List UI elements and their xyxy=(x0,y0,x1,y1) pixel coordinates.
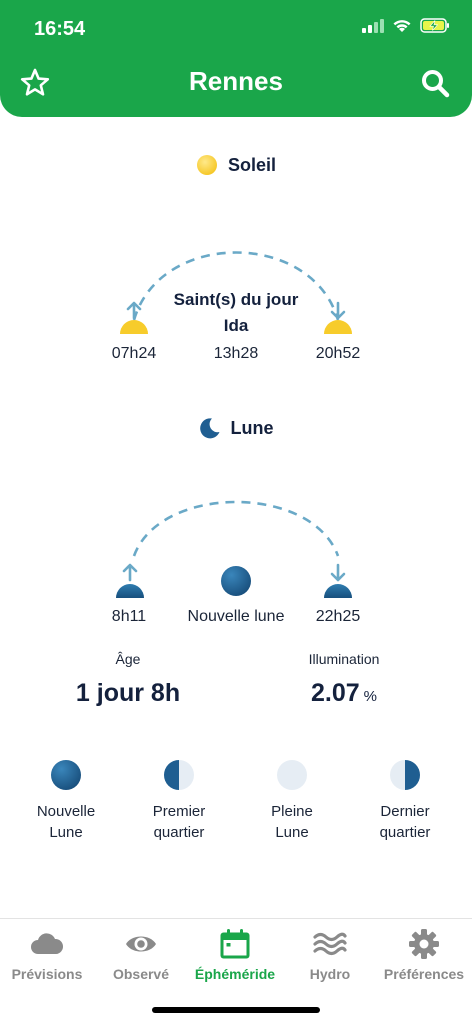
home-indicator xyxy=(152,1007,320,1013)
signal-icon xyxy=(362,18,384,33)
moonset-icon xyxy=(322,562,354,605)
sunrise-time: 07h24 xyxy=(111,345,157,362)
tab-ephemeride-label: Éphéméride xyxy=(194,966,276,982)
illumination-display: 2.07% xyxy=(244,679,444,708)
tab-preferences[interactable]: Préférences xyxy=(377,927,471,982)
status-time: 16:54 xyxy=(34,18,86,40)
sun-section-title: Soleil xyxy=(0,154,472,176)
last-quarter-icon xyxy=(389,759,421,791)
battery-charging-icon xyxy=(420,18,449,33)
crescent-moon-icon xyxy=(199,418,219,439)
page-title: Rennes xyxy=(189,66,283,96)
tab-previsions[interactable]: Prévisions xyxy=(0,927,94,982)
new-moon-phase-icon xyxy=(50,759,82,791)
moonrise-time: 8h11 xyxy=(111,608,147,625)
sunset-time: 20h52 xyxy=(315,345,361,362)
solar-noon-time: 13h28 xyxy=(213,345,259,362)
sun-path-arc xyxy=(132,251,340,321)
phase-full-moon: Pleine Lune xyxy=(237,801,347,843)
moonset-time: 22h25 xyxy=(315,608,361,625)
phase-full-moon-line1: Pleine xyxy=(271,803,313,820)
search-icon xyxy=(422,70,450,98)
tab-preferences-label: Préférences xyxy=(383,966,465,982)
moon-section-label: Lune xyxy=(230,417,274,438)
status-icons xyxy=(362,18,450,33)
phase-last-quarter: Dernier quartier xyxy=(350,801,460,843)
calendar-icon xyxy=(220,929,250,959)
saints-label: Saint(s) du jour xyxy=(173,290,299,309)
moon-section-title: Lune xyxy=(0,417,472,439)
moon-phase-name: Nouvelle lune xyxy=(187,608,285,625)
illumination-value: 2.07 xyxy=(310,679,360,707)
phase-first-quarter-line1: Premier xyxy=(152,803,206,820)
tab-observe[interactable]: Observé xyxy=(94,927,188,982)
tab-ephemeride[interactable]: Éphéméride xyxy=(188,927,282,982)
tab-hydro-label: Hydro xyxy=(309,966,351,982)
sun-section-label: Soleil xyxy=(227,154,276,175)
eye-icon xyxy=(126,936,156,952)
app-header: 16:54 Rennes xyxy=(0,0,472,117)
new-moon-current-icon xyxy=(220,565,252,602)
phase-first-quarter-line2: quartier xyxy=(153,824,205,841)
phase-last-quarter-line2: quartier xyxy=(379,824,431,841)
gear-icon xyxy=(409,929,439,959)
sun-icon xyxy=(196,155,217,175)
first-quarter-icon xyxy=(163,759,195,791)
illumination-unit: % xyxy=(363,688,377,705)
phase-first-quarter: Premier quartier xyxy=(124,801,234,843)
moon-age-label: Âge xyxy=(115,651,141,667)
moonrise-icon xyxy=(114,562,146,605)
tab-previsions-label: Prévisions xyxy=(11,966,83,982)
illumination-label: Illumination xyxy=(308,651,380,667)
tab-observe-label: Observé xyxy=(112,966,170,982)
tab-hydro[interactable]: Hydro xyxy=(283,927,377,982)
phase-new-moon: Nouvelle Lune xyxy=(11,801,121,843)
phase-new-moon-line2: Lune xyxy=(49,824,83,841)
search-button[interactable] xyxy=(418,66,452,100)
wifi-icon xyxy=(393,20,411,32)
full-moon-icon xyxy=(276,759,308,791)
phase-full-moon-line2: Lune xyxy=(275,824,309,841)
phase-last-quarter-line1: Dernier xyxy=(380,803,430,820)
phase-new-moon-line1: Nouvelle xyxy=(36,803,96,820)
moon-age-value: 1 jour 8h xyxy=(75,679,181,707)
saints-name: Ida xyxy=(223,316,249,335)
cloud-icon xyxy=(31,933,64,954)
waves-icon xyxy=(313,932,347,956)
